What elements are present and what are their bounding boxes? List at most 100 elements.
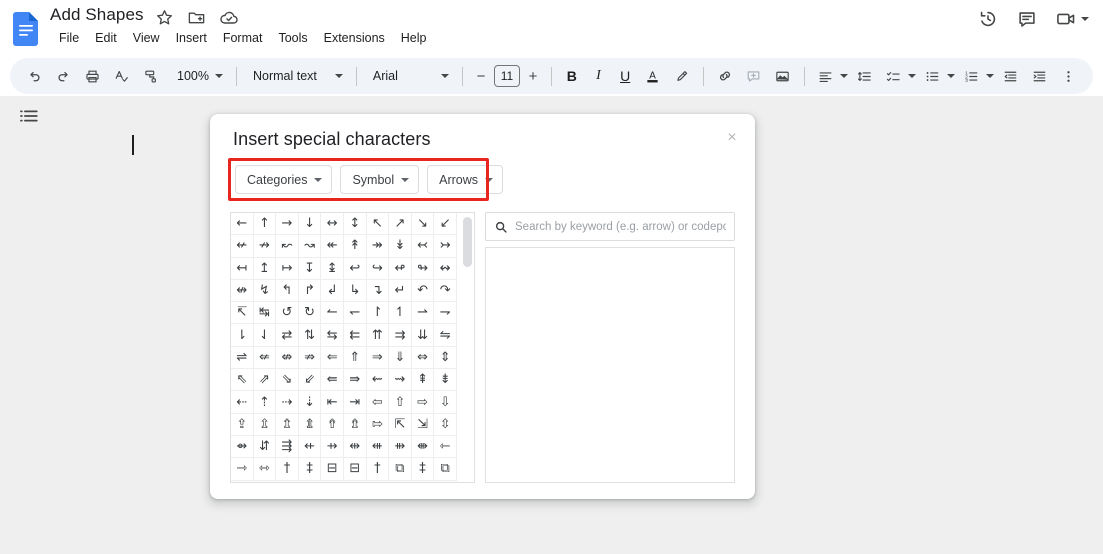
character-cell[interactable]: ↬ [411,257,435,280]
character-cell[interactable]: ⇊ [411,324,435,347]
character-cell[interactable]: ↴ [366,279,390,303]
show-document-outline-icon[interactable] [18,105,40,127]
character-cell[interactable]: ↳ [343,279,367,303]
close-icon[interactable]: × [720,126,744,150]
character-cell[interactable]: ⇠ [231,391,254,414]
menu-file[interactable]: File [51,29,87,47]
docs-logo-icon[interactable] [13,12,39,46]
character-cell[interactable]: ⇂ [231,324,254,347]
bulleted-list-select[interactable] [919,62,957,90]
character-cell[interactable]: ⇣ [298,391,322,414]
character-cell[interactable]: ⇚ [321,369,344,392]
arrows-dropdown[interactable]: Arrows [427,165,504,194]
document-title[interactable]: Add Shapes [50,5,144,25]
character-cell[interactable]: ⇥ [343,391,367,414]
menu-edit[interactable]: Edit [87,29,125,47]
menu-extensions[interactable]: Extensions [316,29,393,47]
chevron-down-icon[interactable] [907,74,916,78]
character-cell[interactable]: ⊟ [343,458,367,481]
character-cell[interactable]: ⇰ [366,413,390,436]
character-cell[interactable]: ↹ [253,302,277,325]
chevron-down-icon[interactable] [1081,17,1089,21]
character-cell[interactable]: ⇗ [253,369,277,392]
character-cell[interactable]: ⇷ [298,435,322,459]
character-cell[interactable]: ↚ [231,235,254,258]
character-cell[interactable]: ⇆ [321,324,344,347]
character-cell[interactable]: ⇢ [276,391,299,414]
menu-insert[interactable]: Insert [168,29,215,47]
line-spacing-button[interactable] [851,62,879,90]
character-cell[interactable]: ⇨ [411,391,435,414]
character-cell[interactable]: ↘ [411,213,435,236]
character-preview-panel[interactable] [485,247,735,483]
character-cell[interactable]: → [276,213,299,236]
character-cell[interactable]: ⇔ [411,346,435,370]
character-cell[interactable]: ⇽ [434,435,457,459]
version-history-icon[interactable] [977,8,999,30]
character-cell[interactable]: ↜ [276,235,299,258]
grid-scrollbar[interactable] [461,215,474,480]
character-cell[interactable]: ↕ [343,213,367,236]
character-cell[interactable]: ⇤ [321,391,344,414]
character-cell[interactable]: ⇜ [366,369,390,392]
align-select[interactable] [812,62,850,90]
character-cell[interactable]: ⇱ [389,413,412,436]
character-cell[interactable]: ↫ [389,257,412,280]
character-cell[interactable]: ↑ [253,213,277,236]
chevron-down-icon[interactable] [985,74,994,78]
character-cell[interactable]: ⇬ [276,413,299,436]
character-cell[interactable]: ⇳ [434,413,457,436]
move-to-folder-icon[interactable] [187,8,206,27]
character-cell[interactable]: ⇌ [231,346,254,370]
character-cell[interactable]: ⇦ [366,391,390,414]
character-cell[interactable]: ⇕ [434,346,457,370]
checklist-select[interactable] [880,62,918,90]
numbered-list-select[interactable]: 1 2 3 [958,62,996,90]
character-cell[interactable]: ⇪ [231,413,254,436]
character-cell[interactable]: ↰ [276,279,299,303]
bulleted-list-icon[interactable] [919,62,947,90]
character-search-box[interactable] [485,212,735,241]
character-cell[interactable]: ⇸ [321,435,344,459]
character-cell[interactable]: ↯ [253,279,277,303]
character-cell[interactable]: ⇡ [253,391,277,414]
character-cell[interactable]: ↠ [366,235,390,258]
character-cell[interactable]: ⇉ [389,324,412,347]
character-cell[interactable]: ↖ [366,213,390,236]
meet-camera-button[interactable] [1055,8,1089,30]
character-cell[interactable]: ↦ [276,257,299,280]
character-cell[interactable]: ← [231,213,254,236]
increase-indent-button[interactable] [1026,62,1054,90]
character-cell[interactable]: ↢ [411,235,435,258]
character-cell[interactable]: ‡ [411,458,435,481]
star-icon[interactable] [155,8,174,27]
character-cell[interactable]: ↿ [389,302,412,325]
categories-dropdown[interactable]: Categories [235,165,333,194]
chevron-down-icon[interactable] [946,74,955,78]
character-cell[interactable]: ⇿ [253,458,277,481]
character-cell[interactable]: ↓ [298,213,322,236]
redo-button[interactable] [49,62,77,90]
character-cell[interactable]: ⇀ [411,302,435,325]
character-cell[interactable]: ⇼ [411,435,435,459]
character-cell[interactable]: ⇖ [231,369,254,392]
character-cell[interactable]: ⇯ [343,413,367,436]
character-cell[interactable]: ⇓ [389,346,412,370]
add-comment-button[interactable] [740,62,768,90]
zoom-select[interactable]: 100% [168,62,229,90]
character-cell[interactable]: ⇛ [343,369,367,392]
character-cell[interactable]: ↞ [321,235,344,258]
character-cell[interactable]: ↔ [321,213,344,236]
menu-tools[interactable]: Tools [270,29,315,47]
highlight-color-button[interactable] [668,62,696,90]
character-cell[interactable]: ↷ [434,279,457,303]
character-cell[interactable]: ⇫ [253,413,277,436]
character-cell[interactable]: ↩ [343,257,367,280]
paragraph-style-select[interactable]: Normal text [244,62,349,90]
decrease-indent-button[interactable] [997,62,1025,90]
character-cell[interactable]: ⇶ [276,435,299,459]
character-cell[interactable]: ↝ [298,235,322,258]
more-options-button[interactable] [1055,62,1083,90]
character-cell[interactable]: ⇹ [343,435,367,459]
symbol-dropdown[interactable]: Symbol [340,165,420,194]
